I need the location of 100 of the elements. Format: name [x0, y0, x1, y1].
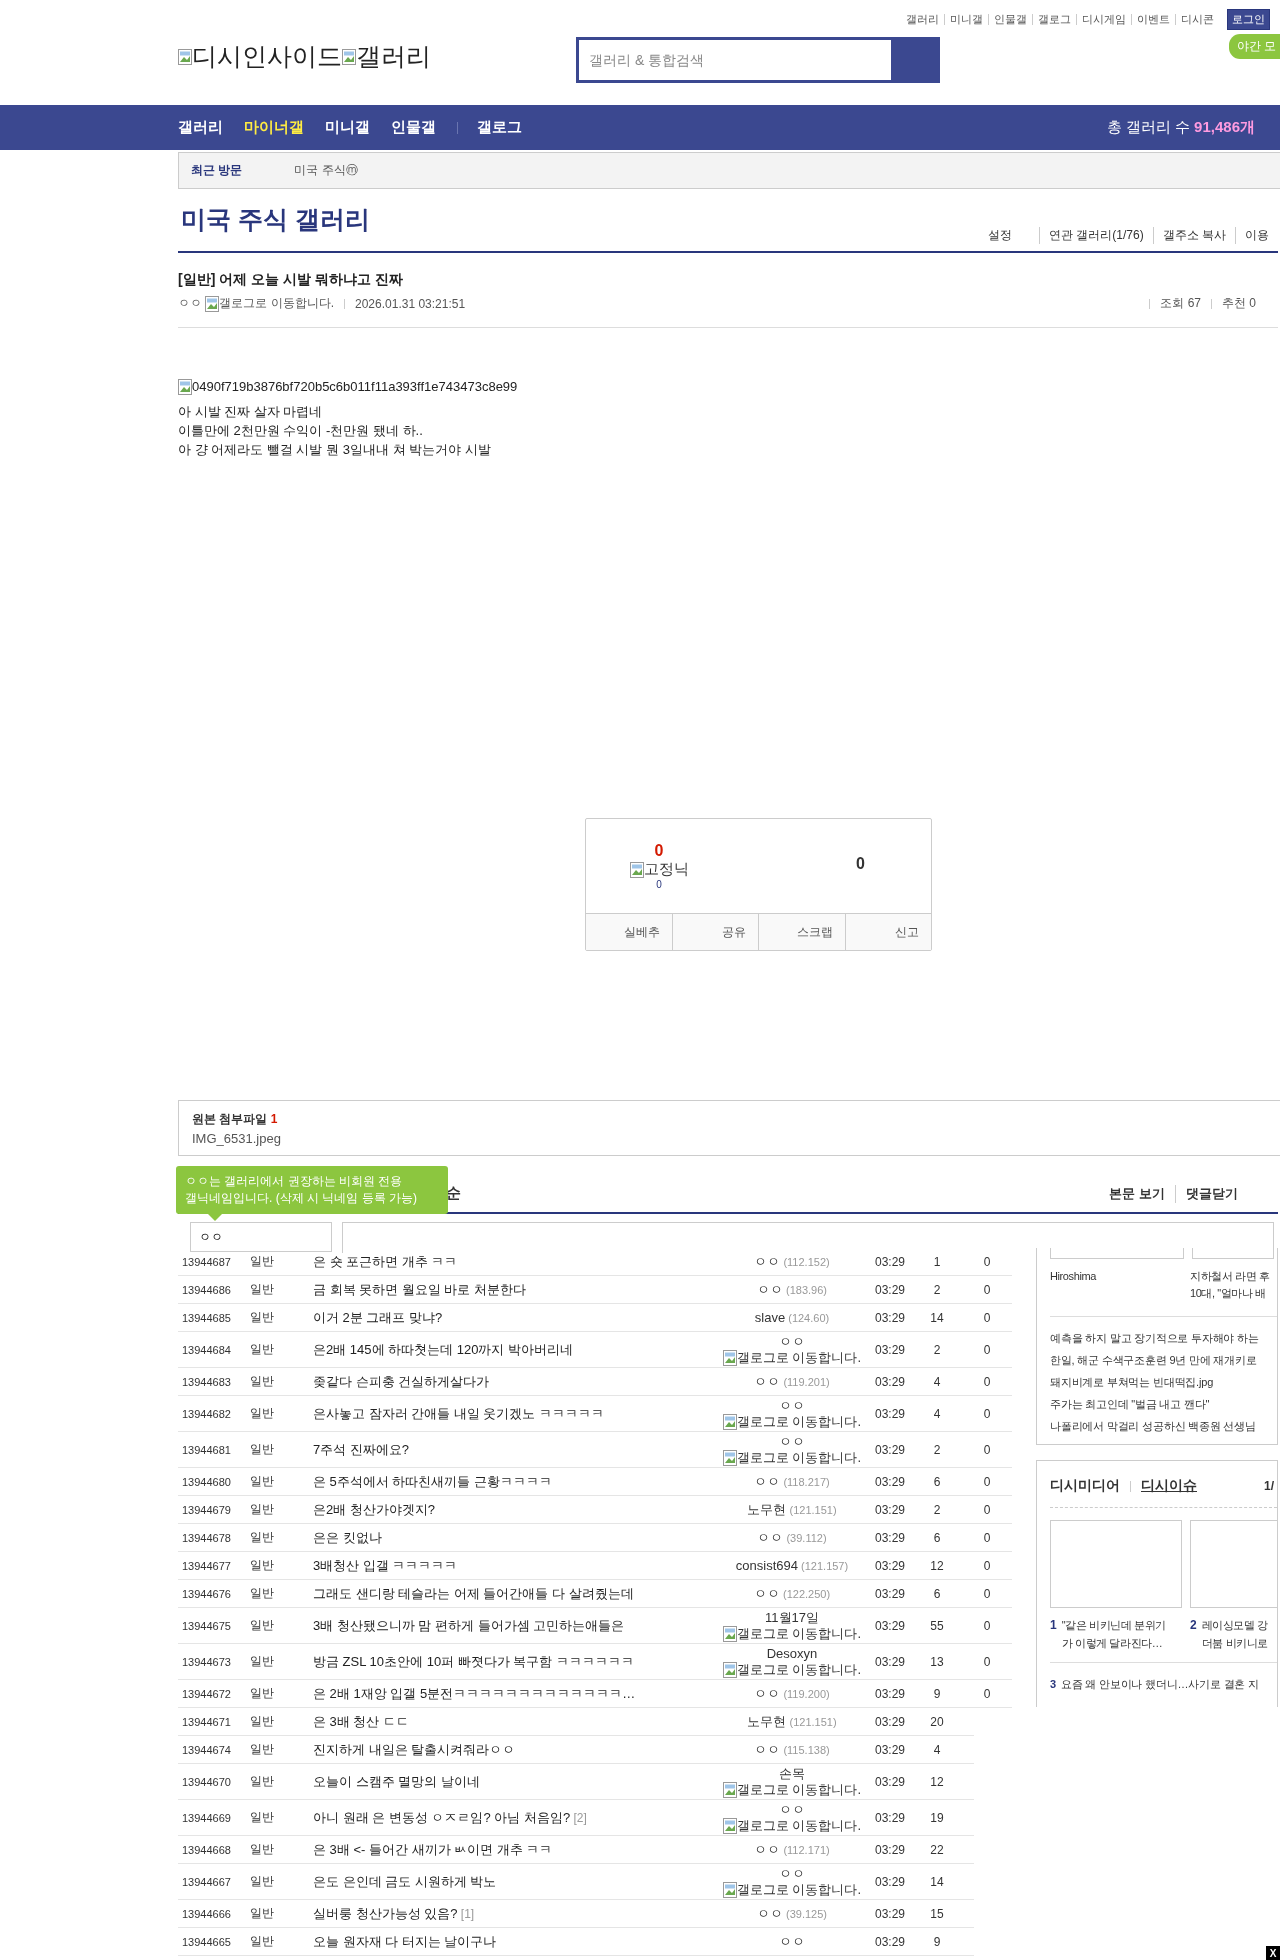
top-link[interactable]: 갤로그: [1032, 14, 1076, 25]
gallog-link[interactable]: 갤로그로 이동합니다.: [722, 1781, 862, 1798]
gallog-link[interactable]: 갤로그로 이동합니다.: [205, 295, 334, 312]
news-link[interactable]: 돼지비계로 부쳐먹는 빈대떡집.jpg: [1050, 1371, 1277, 1393]
media-tab[interactable]: 디시미디어: [1050, 1477, 1120, 1495]
post-title-link[interactable]: 은 5주석에서 하따친새끼들 근황ㅋㅋㅋㅋ: [313, 1472, 716, 1491]
post-title-link[interactable]: 은 3배 <- 들어간 새끼가 ㅄ이면 개추 ㅋㅋ: [313, 1840, 716, 1859]
logo-text[interactable]: 디시인사이드: [192, 40, 342, 73]
post-title-link[interactable]: 은2배 청산가야겟지?: [313, 1500, 716, 1519]
post-title-link[interactable]: 은 2배 1재앙 입갤 5분전ㅋㅋㅋㅋㅋㅋㅋㅋㅋㅋㅋㅋㅋ…: [313, 1684, 716, 1703]
search-field[interactable]: 갤러리 & 통합검색: [576, 37, 940, 83]
top-link[interactable]: 디시게임: [1076, 14, 1131, 25]
post-title-link[interactable]: 좆같다 슨피충 건실하게살다가: [313, 1372, 716, 1391]
writer-name[interactable]: ㅇㅇ: [779, 1433, 805, 1450]
top-link[interactable]: 미니갤: [944, 14, 988, 25]
writer-name[interactable]: Desoxyn: [766, 1645, 818, 1662]
writer-name[interactable]: ㅇㅇ (119.200): [754, 1685, 830, 1702]
gallery-title[interactable]: 미국 주식 갤러리: [181, 203, 370, 236]
news-caption[interactable]: 지하철서 라면 후 10대, "얼마나 배: [1190, 1268, 1277, 1302]
close-button[interactable]: X: [1266, 1946, 1280, 1960]
writer-name[interactable]: ㅇㅇ (122.250): [753, 1585, 831, 1602]
post-title-link[interactable]: 아니 원래 은 변동성 ㅇㅈㄹ임? 아님 처음임? [2]: [313, 1808, 716, 1827]
writer-name[interactable]: 11월17일: [765, 1609, 819, 1626]
writer-name[interactable]: 노무현 (121.151): [747, 1501, 837, 1518]
writer-name[interactable]: ㅇㅇ (118.217): [754, 1473, 830, 1490]
writer-name[interactable]: ㅇㅇ (115.138): [754, 1741, 830, 1758]
writer-name[interactable]: ㅇㅇ (39.112): [757, 1529, 827, 1546]
writer-name[interactable]: slave (124.60): [754, 1309, 830, 1326]
writer-name[interactable]: 노무현 (121.151): [747, 1713, 837, 1730]
news-link[interactable]: 주가는 최고인데 "벌금 내고 깬다": [1050, 1393, 1277, 1415]
post-title-link[interactable]: 오늘 원자재 다 터지는 날이구나: [313, 1932, 716, 1951]
top-link[interactable]: 디시콘: [1175, 14, 1219, 25]
writer-name[interactable]: ㅇㅇ (183.96): [756, 1281, 827, 1298]
post-title-link[interactable]: 오늘이 스캠주 멸망의 날이네: [313, 1772, 716, 1791]
writer-name[interactable]: consist694 (121.157): [735, 1557, 849, 1574]
writer-name[interactable]: ㅇㅇ (112.152): [754, 1253, 830, 1270]
thumbnail-frame[interactable]: [1190, 1520, 1277, 1608]
writer-name[interactable]: ㅇㅇ (119.201): [754, 1373, 830, 1390]
thumbnail-frame[interactable]: [1050, 1520, 1182, 1608]
nickname-field[interactable]: ㅇㅇ: [190, 1222, 332, 1252]
writer-name[interactable]: ㅇㅇ: [779, 1801, 805, 1818]
logo-text[interactable]: 갤러리: [356, 40, 431, 73]
news-link[interactable]: 한일, 해군 수색구조훈련 9년 만에 재개키로: [1050, 1349, 1277, 1371]
gallog-link[interactable]: 갤로그로 이동합니다.: [722, 1625, 862, 1642]
writer-name[interactable]: ㅇㅇ (39.125): [756, 1905, 827, 1922]
news-link[interactable]: 나폴리에서 막걸리 성공하신 백종원 선생님: [1050, 1415, 1277, 1437]
post-title-link[interactable]: 은 숏 포근하면 개추 ㅋㅋ: [313, 1252, 716, 1271]
nav-item[interactable]: 갤로그: [477, 118, 522, 137]
gallog-link[interactable]: 갤로그로 이동합니다.: [722, 1661, 862, 1678]
writer-name[interactable]: ㅇㅇ (112.171): [754, 1841, 830, 1858]
gallog-link[interactable]: 갤로그로 이동합니다.: [722, 1881, 862, 1898]
nav-item[interactable]: 갤러리: [178, 118, 223, 137]
nav-item[interactable]: 마이너갤: [244, 118, 304, 137]
post-title-link[interactable]: 실버룽 청산가능성 있음? [1]: [313, 1904, 716, 1923]
post-title-link[interactable]: 그래도 샌디랑 테슬라는 어제 들어간애들 다 살려줬는데: [313, 1584, 716, 1603]
gallog-link[interactable]: 갤로그로 이동합니다.: [722, 1349, 862, 1366]
gallery-link[interactable]: 갤주소 복사: [1152, 227, 1235, 244]
gallery-link[interactable]: 연관 갤러리(1/76): [1038, 227, 1153, 244]
attachment-file[interactable]: IMG_6531.jpeg: [192, 1131, 1280, 1146]
comment-link[interactable]: 댓글닫기: [1175, 1184, 1248, 1203]
post-title-link[interactable]: 은은 킷없나: [313, 1528, 716, 1547]
login-button[interactable]: 로그인: [1227, 9, 1270, 30]
post-title-link[interactable]: 3배 청산됐으니까 맘 편하게 들어가셈 고민하는애들은: [313, 1616, 716, 1635]
post-title-link[interactable]: 이거 2분 그래프 맞냐?: [313, 1308, 716, 1327]
writer-name[interactable]: 손목: [779, 1765, 805, 1782]
writer-name[interactable]: ㅇㅇ: [779, 1933, 805, 1950]
post-title-link[interactable]: 은2배 145에 하따쳣는데 120까지 박아버리네: [313, 1340, 716, 1359]
media-tab[interactable]: 디시이슈: [1141, 1477, 1197, 1495]
post-title-link[interactable]: 7주석 진짜에요?: [313, 1440, 716, 1459]
media-caption[interactable]: 1 "같은 비키닌데 분위기 가 이렇게 달라진다…: [1050, 1616, 1182, 1652]
post-title-link[interactable]: 방금 ZSL 10초안에 10퍼 빠졋다가 복구함 ㅋㅋㅋㅋㅋㅋ: [313, 1652, 716, 1671]
thumbnail-frame[interactable]: [1050, 1248, 1184, 1259]
top-link[interactable]: 이벤트: [1131, 14, 1175, 25]
comment-link[interactable]: 본문 보기: [1099, 1184, 1175, 1203]
gallog-link[interactable]: 갤로그로 이동합니다.: [722, 1449, 862, 1466]
gallery-link[interactable]: 설정: [987, 227, 1021, 244]
top-link[interactable]: 인물갤: [988, 14, 1032, 25]
post-title-link[interactable]: 금 회복 못하면 월요일 바로 처분한다: [313, 1280, 716, 1299]
comment-field[interactable]: [342, 1222, 1274, 1253]
post-title-link[interactable]: 3배청산 입갤 ㅋㅋㅋㅋㅋ: [313, 1556, 716, 1575]
news-link[interactable]: 예측을 하지 말고 장기적으로 투자해야 하는: [1050, 1327, 1277, 1349]
post-title-link[interactable]: 은 3배 청산 ㄷㄷ: [313, 1712, 716, 1731]
post-title-link[interactable]: 진지하게 내일은 탈출시켜줘라ㅇㅇ: [313, 1740, 716, 1759]
post-author[interactable]: ㅇㅇ: [178, 295, 202, 312]
top-link[interactable]: 갤러리: [900, 14, 944, 25]
gallery-link[interactable]: 이용: [1235, 227, 1278, 244]
nav-item[interactable]: 미니갤: [325, 118, 370, 137]
writer-name[interactable]: ㅇㅇ: [779, 1397, 805, 1414]
thumbnail-frame[interactable]: [1192, 1248, 1274, 1259]
nav-item[interactable]: 인물갤: [391, 118, 436, 137]
gallog-link[interactable]: 갤로그로 이동합니다.: [722, 1413, 862, 1430]
recent-gallery-link[interactable]: 미국 주식ⓜ: [294, 162, 358, 179]
post-title-link[interactable]: 은도 은인데 금도 시원하게 박노: [313, 1872, 716, 1891]
media-caption[interactable]: 2 레이싱모델 강 더붐 비키니로: [1190, 1616, 1277, 1652]
post-title-link[interactable]: 은사놓고 잠자러 간애들 내일 웃기겠노 ㅋㅋㅋㅋㅋ: [313, 1404, 716, 1423]
gallog-link[interactable]: 갤로그로 이동합니다.: [722, 1817, 862, 1834]
writer-name[interactable]: ㅇㅇ: [779, 1865, 805, 1882]
writer-name[interactable]: ㅇㅇ: [779, 1333, 805, 1350]
media-link[interactable]: 3 요즘 왜 안보이나 했더니…사기로 결혼 지: [1050, 1674, 1277, 1694]
news-caption[interactable]: Hiroshima: [1050, 1268, 1182, 1302]
